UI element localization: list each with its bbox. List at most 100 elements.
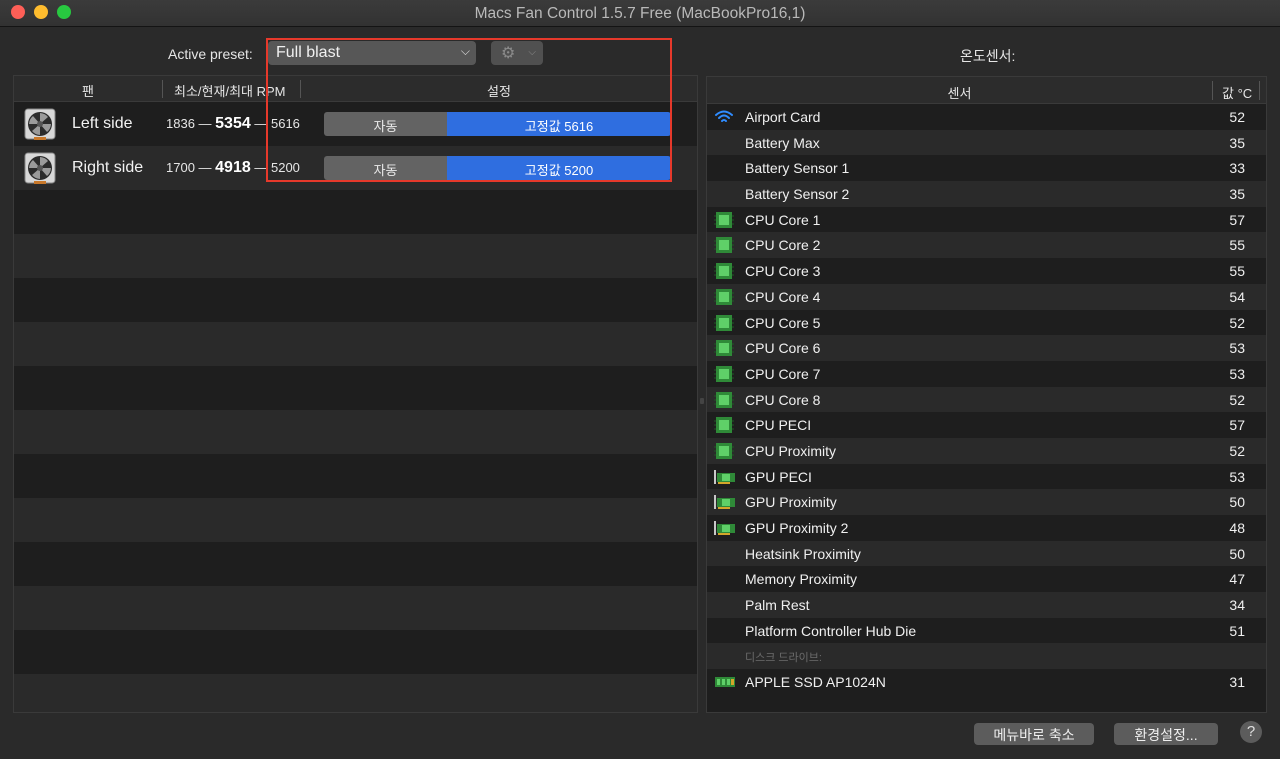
sensor-group-header: 디스크 드라이브: [707, 643, 1266, 670]
title-bar: Macs Fan Control 1.5.7 Free (MacBookPro1… [0, 0, 1280, 27]
fan-rpm-min: 1836 [166, 116, 195, 131]
sensor-name: APPLE SSD AP1024N [745, 674, 886, 691]
sensor-row[interactable]: Palm Rest 34 [707, 592, 1266, 618]
sensor-row[interactable]: CPU Core 2 55 [707, 232, 1266, 259]
preferences-button[interactable]: 환경설정... [1114, 723, 1218, 745]
sensor-row[interactable]: CPU Core 1 57 [707, 206, 1266, 233]
cpu-chip-icon [714, 262, 734, 280]
sensor-row[interactable]: CPU Core 6 53 [707, 335, 1266, 361]
sensor-row[interactable]: GPU Proximity 2 48 [707, 515, 1266, 541]
sensor-name: GPU Proximity [745, 494, 837, 511]
sensor-row[interactable]: Heatsink Proximity 50 [707, 540, 1266, 567]
sensor-row[interactable]: APPLE SSD AP1024N 31 [707, 669, 1266, 695]
preset-options-button[interactable]: ⚙ ⌵ [491, 41, 543, 65]
fan-fixed-rpm-button[interactable]: 고정값 5200 [447, 156, 671, 180]
sensor-value: 31 [1229, 674, 1245, 691]
fan-fixed-rpm-button[interactable]: 고정값 5616 [447, 112, 671, 136]
sensor-name: Platform Controller Hub Die [745, 622, 917, 639]
column-header-sensor[interactable]: 센서 [707, 83, 1212, 102]
sensor-row[interactable]: Platform Controller Hub Die 51 [707, 617, 1266, 644]
cpu-chip-icon [714, 314, 734, 332]
sensor-value: 34 [1229, 597, 1245, 614]
sensor-value: 53 [1229, 340, 1245, 357]
cpu-chip-icon [714, 391, 734, 409]
fan-rows: Left side 1836 — 5354 — 5616 자동 고정값 5616 Rig… [14, 102, 697, 712]
sensor-table-header: 센서 값 °C [707, 77, 1266, 104]
fan-control-segmented: 자동 고정값 5616 [324, 112, 671, 136]
sensor-value: 55 [1229, 263, 1245, 280]
temperature-sensors-heading: 온도센서: [960, 48, 1016, 64]
active-preset-select[interactable]: Full blast ⌵ [268, 41, 476, 65]
sensor-row[interactable]: CPU Core 3 55 [707, 258, 1266, 284]
sensor-value: 54 [1229, 288, 1245, 305]
sensor-name: GPU PECI [745, 468, 812, 485]
fan-rpm-min: 1700 [166, 160, 195, 175]
cpu-chip-icon [714, 339, 734, 357]
sensor-value: 47 [1229, 571, 1245, 588]
sensor-name: CPU Core 1 [745, 211, 821, 228]
fan-row[interactable]: Right side 1700 — 4918 — 5200 자동 고정값 5200 [14, 146, 697, 190]
sensor-row[interactable]: CPU PECI 57 [707, 412, 1266, 438]
empty-row [14, 190, 697, 234]
sensor-value: 50 [1229, 545, 1245, 562]
empty-row [14, 278, 697, 322]
fan-rpm-max: 5200 [270, 160, 300, 175]
fan-table: 팬 최소/현재/최대 RPM 설정 Left side 1836 — 5354 —… [13, 75, 698, 713]
empty-row [14, 630, 697, 674]
sensor-value: 57 [1229, 417, 1245, 434]
sensor-table: 센서 값 °C Airport Card 52 Battery Max 35 Batte… [706, 76, 1267, 713]
sensor-row[interactable]: Airport Card 52 [707, 104, 1266, 130]
sensor-row[interactable]: GPU PECI 53 [707, 463, 1266, 490]
sensor-name: Battery Max [745, 134, 820, 151]
window-title: Macs Fan Control 1.5.7 Free (MacBookPro1… [474, 5, 806, 22]
sensor-value: 35 [1229, 186, 1245, 203]
main-content: Active preset: Full blast ⌵ ⚙ ⌵ 온도센서: 팬 … [0, 27, 1280, 759]
sensor-value: 52 [1229, 109, 1245, 125]
help-button[interactable]: ? [1240, 721, 1262, 743]
empty-row [14, 234, 697, 278]
sensor-name: CPU Proximity [745, 442, 837, 459]
fan-auto-button[interactable]: 자동 [324, 156, 447, 180]
active-preset-label: Active preset: [168, 46, 253, 62]
sensor-row[interactable]: CPU Proximity 52 [707, 437, 1266, 464]
sensor-row[interactable]: Battery Max 35 [707, 129, 1266, 156]
sensor-value: 51 [1229, 622, 1245, 639]
sensor-name: CPU Core 7 [745, 365, 821, 382]
fan-rpm: 1836 — 5354 — 5616 [166, 115, 300, 132]
sensor-name: GPU Proximity 2 [745, 520, 849, 536]
column-header-rpm[interactable]: 최소/현재/최대 RPM [174, 81, 285, 100]
sensor-name: Heatsink Proximity [745, 545, 861, 562]
minimize-to-menubar-button[interactable]: 메뉴바로 축소 [974, 723, 1094, 745]
sensor-name: CPU Core 6 [745, 340, 821, 357]
column-header-value[interactable]: 값 °C [1222, 83, 1252, 102]
split-view-handle[interactable] [700, 398, 704, 404]
sensor-row[interactable]: CPU Core 7 53 [707, 360, 1266, 387]
cpu-chip-icon [714, 288, 734, 306]
fan-icon [24, 152, 56, 184]
cpu-chip-icon [714, 365, 734, 383]
sensor-value: 57 [1229, 211, 1245, 228]
sensor-row[interactable]: Battery Sensor 2 35 [707, 181, 1266, 207]
fan-auto-button[interactable]: 자동 [324, 112, 447, 136]
sensor-value: 52 [1229, 391, 1245, 408]
gpu-card-icon [714, 519, 735, 537]
sensor-row[interactable]: Memory Proximity 47 [707, 566, 1266, 593]
chevron-down-icon: ⌵ [460, 44, 470, 58]
sensor-value: 50 [1229, 494, 1245, 511]
sensor-name: CPU Core 4 [745, 288, 821, 305]
sensor-row[interactable]: CPU Core 4 54 [707, 283, 1266, 310]
sensor-rows: Airport Card 52 Battery Max 35 Battery Senso… [707, 104, 1266, 695]
cpu-chip-icon [714, 416, 734, 434]
column-header-fan[interactable]: 팬 [82, 81, 94, 100]
sensor-row[interactable]: GPU Proximity 50 [707, 489, 1266, 515]
empty-row [14, 586, 697, 630]
sensor-name: Battery Sensor 1 [745, 160, 850, 177]
sensor-name: Palm Rest [745, 597, 810, 614]
sensor-row[interactable]: CPU Core 8 52 [707, 386, 1266, 413]
sensor-value: 35 [1229, 134, 1245, 151]
fan-row[interactable]: Left side 1836 — 5354 — 5616 자동 고정값 5616 [14, 102, 697, 146]
column-header-setting[interactable]: 설정 [487, 81, 511, 100]
sensor-row[interactable]: CPU Core 5 52 [707, 309, 1266, 336]
sensor-row[interactable]: Battery Sensor 1 33 [707, 155, 1266, 182]
sensor-name: CPU Core 3 [745, 263, 821, 280]
